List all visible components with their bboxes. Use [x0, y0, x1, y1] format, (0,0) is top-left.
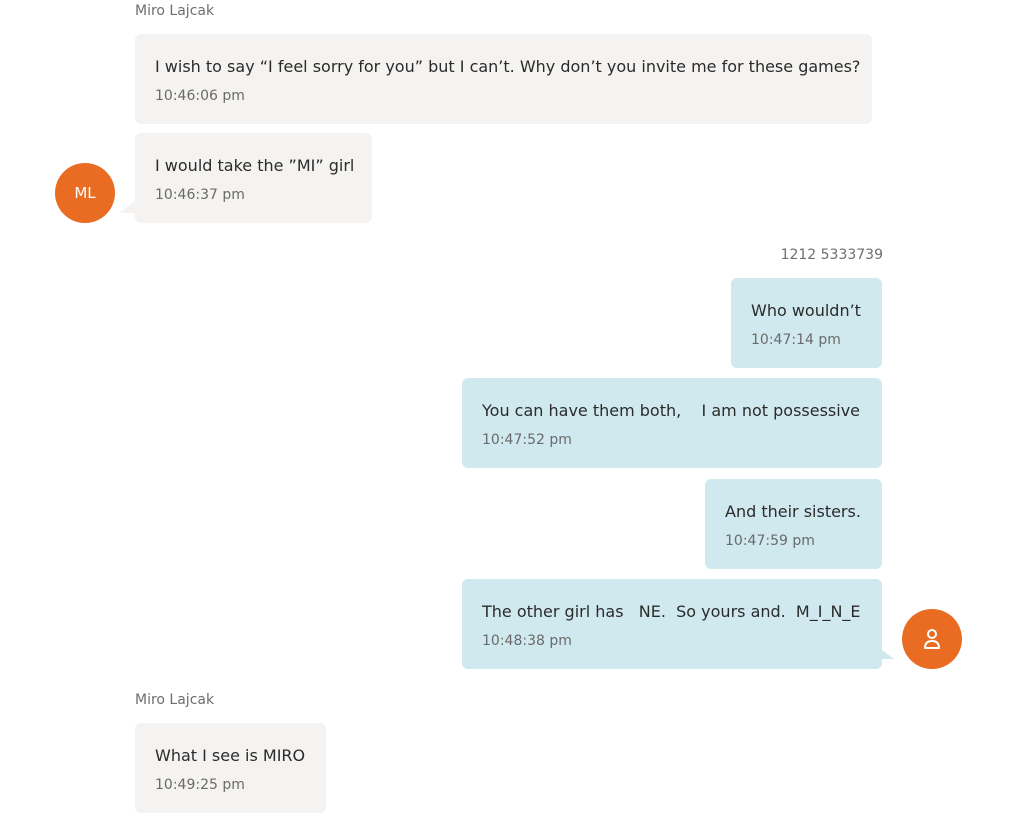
avatar-initials: ML: [74, 184, 96, 202]
message-text: I wish to say “I feel sorry for you” but…: [155, 57, 861, 76]
message-bubble-incoming[interactable]: I wish to say “I feel sorry for you” but…: [135, 34, 872, 124]
message-timestamp: 10:46:37 pm: [155, 187, 245, 203]
message-timestamp: 10:47:59 pm: [725, 533, 815, 549]
message-timestamp: 10:46:06 pm: [155, 88, 245, 104]
message-bubble-incoming[interactable]: What I see is MIRO 10:49:25 pm: [135, 723, 326, 813]
message-bubble-outgoing[interactable]: The other girl has NE. So yours and. M_I…: [462, 579, 882, 669]
message-text: Who wouldn’t: [751, 301, 861, 320]
message-text: You can have them both, I am not possess…: [482, 401, 861, 420]
avatar[interactable]: [902, 609, 962, 669]
message-bubble-outgoing[interactable]: Who wouldn’t 10:47:14 pm: [731, 278, 882, 368]
message-bubble-outgoing[interactable]: And their sisters. 10:47:59 pm: [705, 479, 882, 569]
message-bubble-incoming[interactable]: I would take the ”MI” girl 10:46:37 pm: [135, 133, 372, 223]
user-icon: [924, 629, 940, 649]
message-bubble-outgoing[interactable]: You can have them both, I am not possess…: [462, 378, 882, 468]
message-timestamp: 10:47:14 pm: [751, 332, 841, 348]
message-text: And their sisters.: [725, 502, 861, 521]
bubble-tail: [878, 647, 894, 659]
message-timestamp: 10:48:38 pm: [482, 633, 572, 649]
bubble-tail: [119, 201, 135, 213]
message-text: What I see is MIRO: [155, 746, 306, 765]
sender-name: 1212 5333739: [780, 247, 883, 263]
message-timestamp: 10:47:52 pm: [482, 432, 572, 448]
avatar[interactable]: ML: [55, 163, 115, 223]
message-timestamp: 10:49:25 pm: [155, 777, 245, 793]
sender-name: Miro Lajcak: [135, 3, 215, 19]
message-text: The other girl has NE. So yours and. M_I…: [482, 602, 861, 621]
message-text: I would take the ”MI” girl: [155, 156, 355, 175]
sender-name: Miro Lajcak: [135, 692, 215, 708]
